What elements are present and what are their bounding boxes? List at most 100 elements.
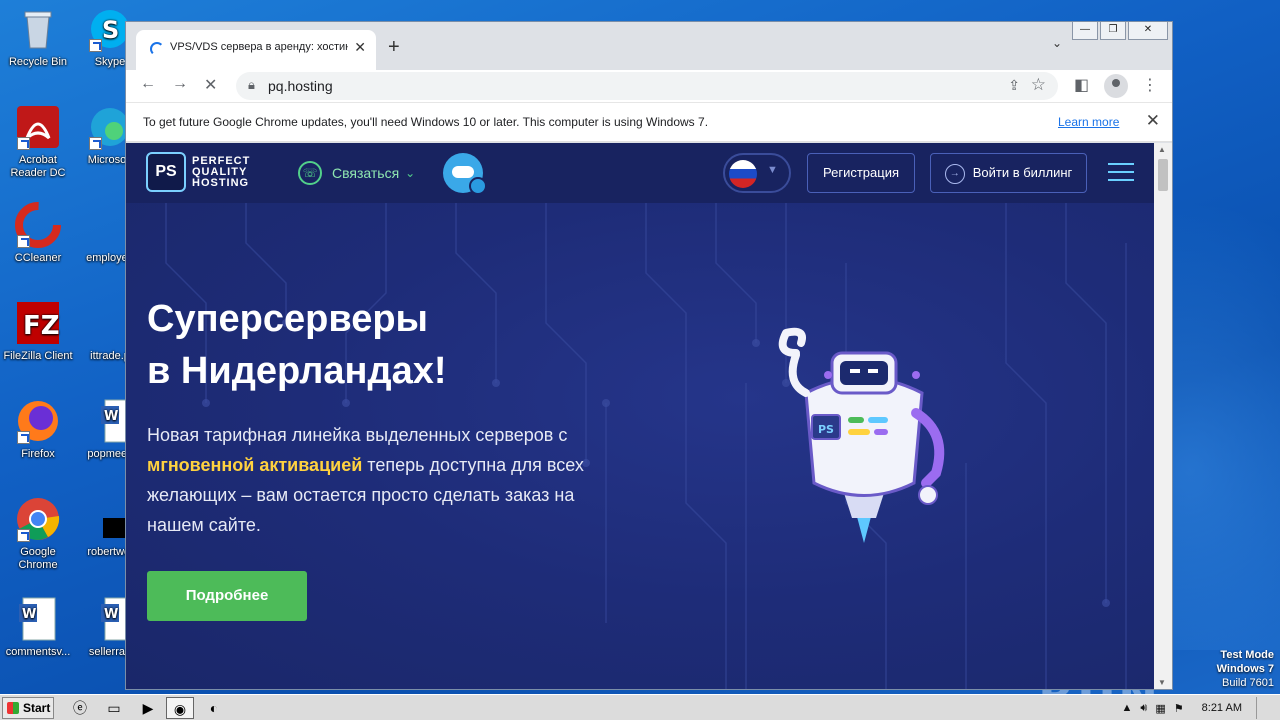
hero-title-line: Суперсерверы — [147, 298, 429, 340]
svg-text:S: S — [102, 16, 119, 44]
telegram-bot-icon[interactable] — [443, 153, 487, 195]
scroll-up-icon[interactable]: ▲ — [1158, 145, 1166, 154]
forward-arrow-icon[interactable]: → — [172, 75, 188, 93]
ie-taskbar-icon[interactable]: ⓔ — [66, 697, 94, 719]
stop-loading-icon[interactable]: ✕ — [204, 75, 217, 95]
chrome-window: VPS/VDS сервера в аренду: хостинг ✕ + ⌄ … — [125, 21, 1173, 690]
logo-line: HOSTING — [192, 176, 250, 189]
lock-icon[interactable]: 🔒︎ — [248, 77, 255, 93]
billing-login-button[interactable]: → Войти в биллинг — [930, 153, 1087, 193]
test-mode-notice: Test Mode Windows 7 Build 7601 — [1217, 648, 1274, 690]
system-tray: ▲ 🔊︎ ▦ ⚑ 8:21 AM — [1122, 696, 1280, 720]
address-bar[interactable]: 🔒︎ pq.hosting ⇪ ☆ — [236, 72, 1058, 100]
infobar-message: To get future Google Chrome updates, you… — [143, 115, 709, 129]
firefox-icon — [15, 398, 61, 444]
network-icon[interactable]: ▦ — [1155, 702, 1165, 715]
side-panel-icon[interactable]: ◧ — [1074, 75, 1089, 95]
filezilla-icon: FZ — [15, 300, 61, 346]
tab-strip: VPS/VDS сервера в аренду: хостинг ✕ + ⌄ … — [126, 22, 1172, 70]
svg-text:PS: PS — [818, 423, 834, 436]
volume-icon[interactable]: 🔊︎ — [1140, 702, 1147, 715]
show-desktop-button[interactable] — [1256, 697, 1266, 719]
logo-text: PERFECT QUALITY HOSTING — [192, 154, 251, 189]
browser-tab[interactable]: VPS/VDS сервера в аренду: хостинг ✕ — [136, 30, 376, 70]
minimize-button[interactable]: — — [1072, 22, 1098, 40]
hero-highlight: мгновенной активацией — [147, 455, 363, 475]
login-label: Войти в биллинг — [972, 165, 1073, 180]
start-button[interactable]: Start — [2, 697, 54, 719]
media-player-taskbar-icon[interactable]: ▶ — [134, 697, 162, 719]
back-arrow-icon[interactable]: ← — [140, 75, 156, 93]
svg-text:FZ: FZ — [23, 311, 60, 341]
profile-avatar-icon[interactable] — [1104, 74, 1128, 98]
test-mode-line: Test Mode — [1220, 649, 1274, 661]
svg-text:W: W — [104, 409, 118, 424]
bookmark-star-icon[interactable]: ☆ — [1031, 75, 1046, 95]
login-arrow-icon: → — [944, 163, 965, 184]
hero-text-part: Новая тарифная линейка выделенных сервер… — [147, 425, 568, 445]
tab-close-icon[interactable]: ✕ — [354, 39, 366, 56]
hero-title: Суперсерверы в Нидерландах! — [147, 293, 447, 397]
desktop-icon-acrobat[interactable]: Acrobat Reader DC — [0, 104, 76, 180]
desktop-icon-label: Acrobat Reader DC — [10, 154, 66, 179]
tab-search-chevron-icon[interactable]: ⌄ — [1052, 36, 1062, 50]
word-doc-icon: W — [15, 596, 61, 642]
taskbar: Start ⓔ ▭ ▶ ◉ ◐ ▲ 🔊︎ ▦ ⚑ 8:21 AM — [0, 694, 1280, 720]
restore-button[interactable]: ❐ — [1100, 22, 1126, 40]
learn-more-link[interactable]: Learn more — [1058, 115, 1119, 129]
robot-mascot-icon: PS — [778, 327, 945, 543]
language-selector[interactable]: ▼ — [723, 153, 791, 193]
chevron-down-icon: ⌄ — [405, 166, 416, 180]
update-infobar: To get future Google Chrome updates, you… — [126, 102, 1172, 142]
desktop-icon-label: CCleaner — [14, 252, 62, 264]
logo-line: QUALITY — [192, 165, 248, 178]
contact-dropdown[interactable]: ☏ Связаться ⌄ — [298, 161, 415, 185]
infobar-close-icon[interactable]: ✕ — [1146, 111, 1160, 131]
loading-spinner-icon — [150, 42, 164, 56]
desktop-icon-firefox[interactable]: Firefox — [0, 398, 76, 461]
recycle-bin-icon — [15, 6, 61, 52]
tray-expand-icon[interactable]: ▲ — [1122, 702, 1133, 714]
build-line: Build 7601 — [1222, 677, 1274, 689]
hero-description: Новая тарифная линейка выделенных сервер… — [147, 420, 627, 540]
logo-mark: PS — [146, 152, 186, 192]
menu-kebab-icon[interactable]: ⋮ — [1142, 75, 1158, 95]
details-button[interactable]: Подробнее — [147, 571, 307, 621]
url-text[interactable]: pq.hosting — [268, 78, 333, 94]
desktop-icon-label: Firefox — [21, 448, 55, 460]
hero-section: Суперсерверы в Нидерландах! Новая тарифн… — [126, 203, 1154, 689]
scroll-down-icon[interactable]: ▼ — [1158, 678, 1166, 687]
desktop-icon-recycle-bin[interactable]: Recycle Bin — [0, 6, 76, 69]
new-tab-button[interactable]: + — [388, 36, 400, 59]
russian-flag-icon — [729, 160, 757, 188]
chrome-icon — [15, 496, 61, 542]
edge-taskbar-icon[interactable]: ◐ — [200, 697, 228, 719]
browser-toolbar: ← → ✕ 🔒︎ pq.hosting ⇪ ☆ ◧ ⋮ — [126, 70, 1172, 102]
desktop-icon-filezilla[interactable]: FZ FileZilla Client — [0, 300, 76, 363]
desktop-icon-chrome[interactable]: Google Chrome — [0, 496, 76, 572]
desktop-icon-label: FileZilla Client — [3, 350, 73, 362]
desktop-icon-ccleaner[interactable]: CCleaner — [0, 202, 76, 265]
close-window-button[interactable]: ✕ — [1128, 22, 1168, 40]
logo-line: PERFECT — [192, 154, 251, 167]
explorer-taskbar-icon[interactable]: ▭ — [100, 697, 128, 719]
desktop-icon-commentsv[interactable]: W commentsv... — [0, 596, 76, 659]
acrobat-icon — [15, 104, 61, 150]
ccleaner-icon — [15, 202, 61, 248]
hamburger-menu-icon[interactable] — [1108, 163, 1134, 187]
action-center-flag-icon[interactable]: ⚑ — [1174, 702, 1184, 715]
desktop-icon-label: Google Chrome — [18, 546, 58, 571]
clock[interactable]: 8:21 AM — [1202, 702, 1242, 714]
scroll-thumb[interactable] — [1158, 159, 1168, 191]
register-button[interactable]: Регистрация — [807, 153, 915, 193]
page-scrollbar[interactable]: ▲ ▼ — [1154, 143, 1172, 689]
tab-title: VPS/VDS сервера в аренду: хостинг — [170, 41, 348, 53]
site-logo[interactable]: PS PERFECT QUALITY HOSTING — [146, 152, 250, 192]
os-name-line: Windows 7 — [1216, 663, 1274, 675]
share-icon[interactable]: ⇪ — [1008, 77, 1020, 94]
svg-text:W: W — [104, 607, 118, 622]
page-viewport: PS PERFECT QUALITY HOSTING ☏ Связаться ⌄… — [126, 143, 1172, 689]
site-header: PS PERFECT QUALITY HOSTING ☏ Связаться ⌄… — [126, 143, 1154, 203]
chrome-taskbar-icon[interactable]: ◉ — [166, 697, 194, 719]
hero-title-line: в Нидерландах! — [147, 350, 447, 392]
